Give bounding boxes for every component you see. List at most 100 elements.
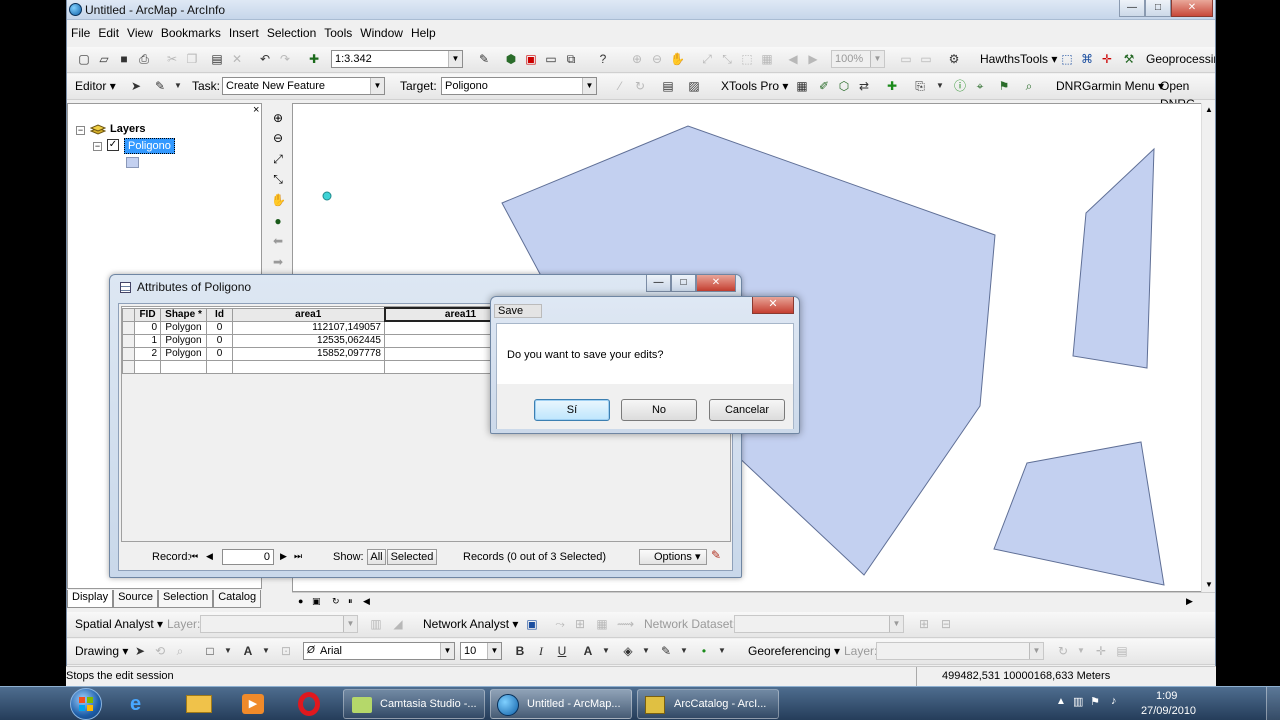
rectangle-dropdown-icon[interactable]: ▼: [221, 644, 235, 658]
dialog-close-button[interactable]: ✕: [752, 297, 794, 314]
xtools-add-icon[interactable]: ✚: [885, 79, 899, 93]
georeferencing-menu[interactable]: Georeferencing ▾: [748, 642, 840, 660]
menu-window[interactable]: Window: [356, 23, 407, 43]
point-feature[interactable]: [322, 191, 332, 201]
rotate-tool-icon[interactable]: ↻: [633, 79, 647, 93]
column-header-id[interactable]: Id: [206, 307, 233, 322]
italic-button[interactable]: I: [534, 644, 548, 658]
xtools-export-dropdown-icon[interactable]: ▼: [933, 79, 947, 93]
table-row[interactable]: 2 Polygon 0 15852,097778: [122, 346, 537, 361]
spatial-layer-combo[interactable]: ▼: [200, 615, 358, 633]
fixed-zoom-in-tool-icon[interactable]: ⤢: [271, 152, 285, 166]
zoom-dropdown-arrow[interactable]: ▼: [870, 51, 884, 67]
flag-icon[interactable]: ⚑: [1090, 695, 1100, 708]
rectangle-icon[interactable]: □: [203, 644, 217, 658]
back-extent-icon[interactable]: ⬅: [271, 234, 285, 248]
fixed-zoom-out-icon[interactable]: ⤡: [720, 52, 734, 66]
tab-display[interactable]: Display: [67, 590, 114, 608]
taskbar-item-arccatalog[interactable]: ArcCatalog - ArcI...: [637, 689, 779, 719]
cell-empty[interactable]: [232, 359, 385, 374]
column-header-fid[interactable]: FID: [134, 307, 161, 322]
font-dropdown-arrow[interactable]: ▼: [440, 643, 454, 659]
pan-icon[interactable]: ✋: [670, 52, 685, 66]
network-properties-icon[interactable]: ⊟: [939, 617, 953, 631]
toggle-draft-icon[interactable]: ▭: [899, 52, 913, 66]
menu-edit[interactable]: Edit: [94, 23, 123, 43]
tab-source[interactable]: Source: [113, 590, 158, 608]
cell-id[interactable]: 0: [206, 320, 233, 335]
edit-vertices-icon[interactable]: ⊡: [279, 644, 293, 658]
poligono-layer-label[interactable]: Poligono: [124, 138, 175, 154]
scroll-down-arrow[interactable]: ▼: [1205, 580, 1213, 589]
data-view-icon[interactable]: ▣: [312, 596, 321, 607]
tab-catalog[interactable]: Catalog: [213, 590, 262, 608]
cut-icon[interactable]: ✂: [165, 52, 179, 66]
full-extent-globe-icon[interactable]: ●: [271, 214, 285, 228]
select-rect-icon[interactable]: ⬚: [1060, 52, 1074, 66]
zoom-out-icon[interactable]: ⊖: [650, 52, 664, 66]
fixed-zoom-in-icon[interactable]: ⤢: [700, 52, 714, 66]
xtools-convert-icon[interactable]: ⇄: [857, 79, 871, 93]
network-window-icon[interactable]: ▣: [525, 617, 539, 631]
row-selector[interactable]: [122, 359, 135, 374]
menu-selection[interactable]: Selection: [263, 23, 320, 43]
xtools-pro-menu[interactable]: XTools Pro ▾: [721, 77, 788, 95]
column-header-area1[interactable]: area1: [232, 307, 385, 322]
maximize-button[interactable]: □: [1145, 0, 1171, 17]
map-vertical-scrollbar[interactable]: ▲ ▼: [1201, 103, 1215, 592]
attributes-minimize-button[interactable]: —: [646, 275, 671, 292]
row-selector[interactable]: [122, 320, 135, 335]
sketch-properties-icon[interactable]: ▨: [687, 79, 701, 93]
hawthstools-menu[interactable]: HawthsTools ▾: [980, 50, 1057, 68]
search-icon[interactable]: ⌕: [1022, 79, 1036, 93]
table-row-new[interactable]: [122, 359, 537, 374]
xtools-export-icon[interactable]: ⎘: [913, 79, 927, 93]
menu-file[interactable]: File: [67, 23, 94, 43]
georef-layer-dropdown-arrow[interactable]: ▼: [1029, 643, 1043, 659]
volume-icon[interactable]: ♪: [1111, 695, 1117, 707]
menu-tools[interactable]: Tools: [320, 23, 356, 43]
add-data-icon[interactable]: ✚: [307, 52, 321, 66]
view-link-table-icon[interactable]: ▤: [1115, 644, 1129, 658]
fixed-zoom-out-tool-icon[interactable]: ⤡: [271, 172, 285, 186]
font-size-dropdown-arrow[interactable]: ▼: [487, 643, 501, 659]
open-dnrg-button[interactable]: Open DNRG: [1160, 77, 1215, 111]
task-combo[interactable]: Create New Feature ▼: [222, 77, 385, 95]
rotate-element-icon[interactable]: ⟲: [153, 644, 167, 658]
row-selector-header[interactable]: [122, 307, 135, 322]
cell-area1[interactable]: 12535,062445: [232, 333, 385, 348]
no-button[interactable]: No: [621, 399, 697, 421]
add-control-points-icon[interactable]: ✛: [1094, 644, 1108, 658]
first-record-icon[interactable]: ⏮: [190, 551, 198, 562]
next-record-icon[interactable]: ▶: [280, 551, 287, 562]
scale-combo[interactable]: 1:3.342 ▼: [331, 50, 463, 68]
gps-icon[interactable]: ⌖: [973, 79, 987, 93]
taskbar-item-camtasia[interactable]: Camtasia Studio -...: [343, 689, 485, 719]
edit-arrow-icon[interactable]: ➤: [129, 79, 143, 93]
georef-layer-combo[interactable]: ▼: [876, 642, 1044, 660]
copy-icon[interactable]: ❐: [185, 52, 199, 66]
menu-view[interactable]: View: [123, 23, 157, 43]
line-color-dropdown-icon[interactable]: ▼: [677, 644, 691, 658]
cell-area1[interactable]: 15852,097778: [232, 346, 385, 361]
georef-rotate-icon[interactable]: ↻: [1056, 644, 1070, 658]
layout-view-icon[interactable]: ●: [298, 596, 303, 606]
geoprocessing-menu[interactable]: Geoprocessing: [1146, 50, 1215, 68]
pan-tool-icon[interactable]: ✋: [271, 193, 286, 207]
poligono-collapse-icon[interactable]: −: [93, 142, 102, 151]
text-tool-icon[interactable]: A: [241, 644, 255, 658]
menu-bookmarks[interactable]: Bookmarks: [157, 23, 225, 43]
print-icon[interactable]: ⎙: [137, 52, 151, 66]
cell-empty[interactable]: [160, 359, 207, 374]
cell-empty[interactable]: [206, 359, 233, 374]
target-dropdown-arrow[interactable]: ▼: [582, 78, 596, 94]
info-icon[interactable]: ⓘ: [953, 79, 967, 93]
scale-dropdown-arrow[interactable]: ▼: [448, 51, 462, 67]
table-tool-icon[interactable]: ▦: [795, 79, 809, 93]
georef-rotate-dropdown-icon[interactable]: ▼: [1074, 644, 1088, 658]
start-button[interactable]: [70, 688, 102, 720]
drawing-menu[interactable]: Drawing ▾: [75, 642, 128, 660]
table-row[interactable]: 0 Polygon 0 112107,149057: [122, 320, 537, 335]
attributes-maximize-button[interactable]: □: [671, 275, 696, 292]
split-tool-icon[interactable]: ⁄: [613, 79, 627, 93]
